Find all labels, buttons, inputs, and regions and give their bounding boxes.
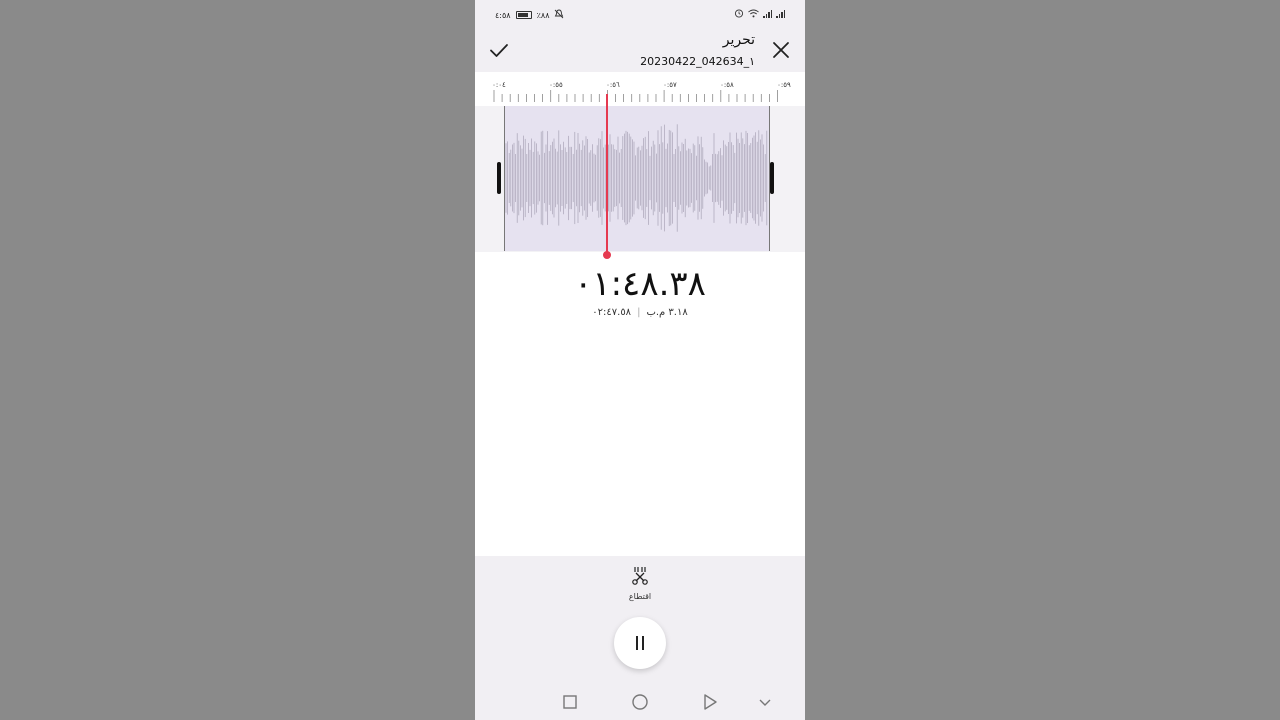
circle-icon	[632, 694, 648, 710]
waveform-area[interactable]	[475, 106, 805, 252]
ruler-ticks: ٠:٠٤ ٠:٥٥ ٠:٥٦ ٠:٥٧ ٠:٥٨ ٠:٥٩	[492, 81, 791, 102]
cut-label: اقتطاع	[628, 592, 652, 601]
check-icon	[490, 44, 508, 57]
pause-button[interactable]	[614, 617, 666, 669]
square-icon	[563, 695, 577, 709]
file-size: ٣.١٨ م.ب	[646, 307, 688, 318]
wifi-icon	[748, 9, 759, 20]
ruler-label: ٠:٠٤	[492, 81, 506, 89]
mute-icon	[554, 9, 564, 21]
time-ruler[interactable]: ٠:٠٤ ٠:٥٥ ٠:٥٦ ٠:٥٧ ٠:٥٨ ٠:٥٩	[475, 72, 805, 106]
ruler-label: ٠:٥٥	[549, 81, 563, 89]
recents-nav-button[interactable]	[560, 692, 580, 712]
phone-screen: ٤:٥٨ ٪٨٨ تحرير 20230422_042634_١ ٠:٠٤ ٠:…	[475, 0, 805, 720]
trim-start-handle[interactable]	[497, 162, 501, 194]
ruler-label: ٠:٥٦	[606, 81, 620, 89]
playhead[interactable]	[606, 94, 608, 254]
status-time: ٤:٥٨	[495, 10, 511, 20]
scissors-icon	[632, 567, 648, 585]
status-left: ٤:٥٨ ٪٨٨	[495, 9, 564, 21]
signal-icon	[763, 10, 772, 18]
triangle-icon	[704, 694, 717, 710]
pause-icon-bar	[642, 636, 644, 650]
editor-header: تحرير 20230422_042634_١	[475, 28, 805, 72]
status-right	[734, 8, 785, 20]
close-icon	[773, 42, 789, 58]
status-bar: ٤:٥٨ ٪٨٨	[475, 0, 805, 28]
cut-button[interactable]: اقتطاع	[620, 566, 660, 601]
pause-icon	[636, 636, 638, 650]
chevron-down-icon	[759, 699, 771, 706]
file-name: 20230422_042634_١	[640, 55, 755, 68]
home-nav-button[interactable]	[630, 692, 650, 712]
bottom-panel: اقتطاع	[475, 556, 805, 720]
battery-percent: ٪٨٨	[536, 10, 550, 20]
waveform	[505, 124, 768, 232]
battery-icon	[515, 11, 532, 19]
close-button[interactable]	[769, 38, 793, 62]
signal-icon-2	[776, 10, 785, 18]
info-divider: |	[637, 307, 641, 318]
ruler-label: ٠:٥٧	[663, 81, 677, 89]
alarm-icon	[734, 8, 744, 20]
system-nav-bar	[475, 690, 805, 714]
recording-info: ٣.١٨ م.ب | ٠٢:٤٧.٥٨	[475, 307, 805, 318]
ruler-label: ٠:٥٨	[720, 81, 734, 89]
page-title: تحرير	[722, 32, 755, 48]
ruler-label: ٠:٥٩	[777, 81, 791, 89]
playhead-knob[interactable]	[603, 251, 611, 259]
confirm-button[interactable]	[487, 38, 511, 62]
back-nav-button[interactable]	[700, 692, 720, 712]
hide-nav-button[interactable]	[755, 692, 775, 712]
current-time: ٠١:٤٨.٣٨	[574, 264, 706, 304]
total-duration: ٠٢:٤٧.٥٨	[592, 307, 632, 318]
trim-end-handle[interactable]	[770, 162, 774, 194]
